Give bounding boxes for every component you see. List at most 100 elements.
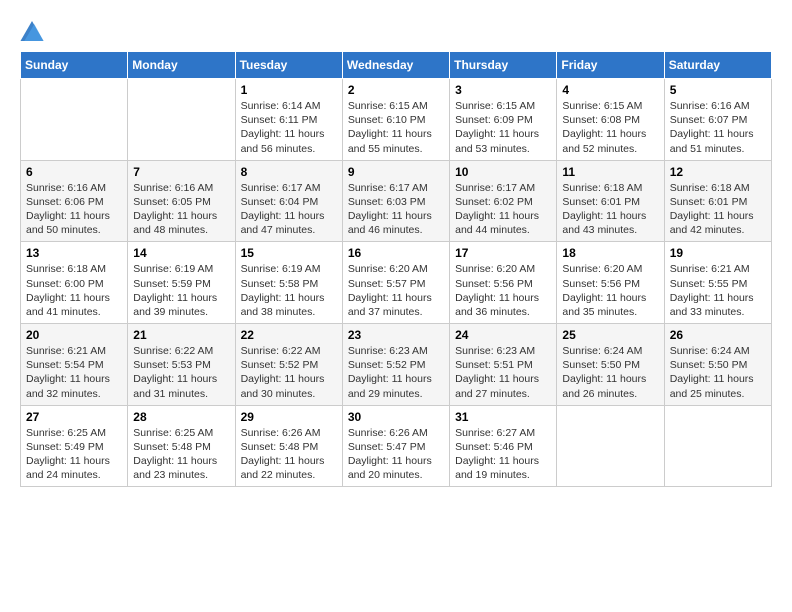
calendar-week-1: 1 Sunrise: 6:14 AMSunset: 6:11 PMDaylight… [21, 79, 772, 161]
col-header-monday: Monday [128, 52, 235, 79]
calendar-cell: 19 Sunrise: 6:21 AMSunset: 5:55 PMDayligh… [664, 242, 771, 324]
day-info: Sunrise: 6:14 AMSunset: 6:11 PMDaylight:… [241, 99, 337, 156]
calendar-cell: 20 Sunrise: 6:21 AMSunset: 5:54 PMDayligh… [21, 324, 128, 406]
day-number: 4 [562, 83, 658, 97]
calendar-cell: 8Sunrise: 6:17 AMSunset: 6:04 PMDaylight… [235, 160, 342, 242]
day-info: Sunrise: 6:16 AMSunset: 6:05 PMDaylight:… [133, 181, 229, 238]
day-info: Sunrise: 6:21 AMSunset: 5:54 PMDaylight:… [26, 344, 122, 401]
day-number: 26 [670, 328, 766, 342]
day-info: Sunrise: 6:23 AMSunset: 5:52 PMDaylight:… [348, 344, 444, 401]
calendar-cell: 3Sunrise: 6:15 AMSunset: 6:09 PMDaylight… [450, 79, 557, 161]
col-header-saturday: Saturday [664, 52, 771, 79]
day-number: 10 [455, 165, 551, 179]
day-number: 16 [348, 246, 444, 260]
day-info: Sunrise: 6:20 AMSunset: 5:56 PMDaylight:… [562, 262, 658, 319]
calendar-cell: 25 Sunrise: 6:24 AMSunset: 5:50 PMDayligh… [557, 324, 664, 406]
calendar-cell: 17 Sunrise: 6:20 AMSunset: 5:56 PMDayligh… [450, 242, 557, 324]
calendar-cell: 13 Sunrise: 6:18 AMSunset: 6:00 PMDayligh… [21, 242, 128, 324]
day-info: Sunrise: 6:17 AMSunset: 6:02 PMDaylight:… [455, 181, 551, 238]
day-info: Sunrise: 6:22 AMSunset: 5:52 PMDaylight:… [241, 344, 337, 401]
day-number: 11 [562, 165, 658, 179]
calendar-cell: 26 Sunrise: 6:24 AMSunset: 5:50 PMDayligh… [664, 324, 771, 406]
day-number: 20 [26, 328, 122, 342]
day-number: 6 [26, 165, 122, 179]
calendar-cell: 28 Sunrise: 6:25 AMSunset: 5:48 PMDayligh… [128, 405, 235, 487]
day-number: 27 [26, 410, 122, 424]
day-info: Sunrise: 6:25 AMSunset: 5:49 PMDaylight:… [26, 426, 122, 483]
calendar-cell: 30 Sunrise: 6:26 AMSunset: 5:47 PMDayligh… [342, 405, 449, 487]
day-info: Sunrise: 6:26 AMSunset: 5:47 PMDaylight:… [348, 426, 444, 483]
col-header-thursday: Thursday [450, 52, 557, 79]
calendar-cell [664, 405, 771, 487]
day-number: 7 [133, 165, 229, 179]
day-info: Sunrise: 6:19 AMSunset: 5:58 PMDaylight:… [241, 262, 337, 319]
calendar-cell: 14Sunrise: 6:19 AMSunset: 5:59 PMDayligh… [128, 242, 235, 324]
day-info: Sunrise: 6:18 AMSunset: 6:01 PMDaylight:… [670, 181, 766, 238]
calendar-week-3: 13 Sunrise: 6:18 AMSunset: 6:00 PMDayligh… [21, 242, 772, 324]
calendar-header-row: SundayMondayTuesdayWednesdayThursdayFrid… [21, 52, 772, 79]
day-number: 23 [348, 328, 444, 342]
calendar-cell: 9 Sunrise: 6:17 AMSunset: 6:03 PMDaylight… [342, 160, 449, 242]
calendar-cell: 21Sunrise: 6:22 AMSunset: 5:53 PMDayligh… [128, 324, 235, 406]
calendar-cell: 5 Sunrise: 6:16 AMSunset: 6:07 PMDaylight… [664, 79, 771, 161]
day-number: 17 [455, 246, 551, 260]
day-number: 8 [241, 165, 337, 179]
day-info: Sunrise: 6:15 AMSunset: 6:09 PMDaylight:… [455, 99, 551, 156]
day-info: Sunrise: 6:25 AMSunset: 5:48 PMDaylight:… [133, 426, 229, 483]
day-info: Sunrise: 6:19 AMSunset: 5:59 PMDaylight:… [133, 262, 229, 319]
calendar-cell: 29 Sunrise: 6:26 AMSunset: 5:48 PMDayligh… [235, 405, 342, 487]
day-number: 31 [455, 410, 551, 424]
day-number: 19 [670, 246, 766, 260]
day-number: 1 [241, 83, 337, 97]
calendar-cell: 15 Sunrise: 6:19 AMSunset: 5:58 PMDayligh… [235, 242, 342, 324]
day-number: 9 [348, 165, 444, 179]
day-number: 25 [562, 328, 658, 342]
calendar-cell: 31 Sunrise: 6:27 AMSunset: 5:46 PMDayligh… [450, 405, 557, 487]
calendar-week-5: 27 Sunrise: 6:25 AMSunset: 5:49 PMDayligh… [21, 405, 772, 487]
calendar-cell [557, 405, 664, 487]
day-info: Sunrise: 6:27 AMSunset: 5:46 PMDaylight:… [455, 426, 551, 483]
day-info: Sunrise: 6:23 AMSunset: 5:51 PMDaylight:… [455, 344, 551, 401]
day-info: Sunrise: 6:18 AMSunset: 6:00 PMDaylight:… [26, 262, 122, 319]
calendar-cell: 23 Sunrise: 6:23 AMSunset: 5:52 PMDayligh… [342, 324, 449, 406]
col-header-tuesday: Tuesday [235, 52, 342, 79]
day-number: 22 [241, 328, 337, 342]
day-info: Sunrise: 6:15 AMSunset: 6:10 PMDaylight:… [348, 99, 444, 156]
calendar-cell: 18 Sunrise: 6:20 AMSunset: 5:56 PMDayligh… [557, 242, 664, 324]
calendar-cell: 27 Sunrise: 6:25 AMSunset: 5:49 PMDayligh… [21, 405, 128, 487]
day-number: 24 [455, 328, 551, 342]
calendar-cell [128, 79, 235, 161]
day-info: Sunrise: 6:24 AMSunset: 5:50 PMDaylight:… [562, 344, 658, 401]
calendar-cell: 22 Sunrise: 6:22 AMSunset: 5:52 PMDayligh… [235, 324, 342, 406]
calendar-cell: 4 Sunrise: 6:15 AMSunset: 6:08 PMDaylight… [557, 79, 664, 161]
calendar-cell: 12Sunrise: 6:18 AMSunset: 6:01 PMDayligh… [664, 160, 771, 242]
day-info: Sunrise: 6:20 AMSunset: 5:56 PMDaylight:… [455, 262, 551, 319]
calendar-cell: 6 Sunrise: 6:16 AMSunset: 6:06 PMDaylight… [21, 160, 128, 242]
day-number: 30 [348, 410, 444, 424]
day-info: Sunrise: 6:17 AMSunset: 6:03 PMDaylight:… [348, 181, 444, 238]
calendar-cell: 24 Sunrise: 6:23 AMSunset: 5:51 PMDayligh… [450, 324, 557, 406]
calendar-week-4: 20 Sunrise: 6:21 AMSunset: 5:54 PMDayligh… [21, 324, 772, 406]
day-number: 18 [562, 246, 658, 260]
col-header-sunday: Sunday [21, 52, 128, 79]
calendar-cell: 7 Sunrise: 6:16 AMSunset: 6:05 PMDaylight… [128, 160, 235, 242]
logo [20, 20, 48, 41]
day-info: Sunrise: 6:24 AMSunset: 5:50 PMDaylight:… [670, 344, 766, 401]
day-number: 15 [241, 246, 337, 260]
day-info: Sunrise: 6:16 AMSunset: 6:06 PMDaylight:… [26, 181, 122, 238]
header [20, 20, 772, 41]
day-number: 13 [26, 246, 122, 260]
logo-icon [20, 21, 44, 41]
day-number: 28 [133, 410, 229, 424]
col-header-friday: Friday [557, 52, 664, 79]
day-info: Sunrise: 6:16 AMSunset: 6:07 PMDaylight:… [670, 99, 766, 156]
calendar-cell: 2Sunrise: 6:15 AMSunset: 6:10 PMDaylight… [342, 79, 449, 161]
calendar-cell [21, 79, 128, 161]
day-number: 29 [241, 410, 337, 424]
day-number: 5 [670, 83, 766, 97]
col-header-wednesday: Wednesday [342, 52, 449, 79]
day-info: Sunrise: 6:15 AMSunset: 6:08 PMDaylight:… [562, 99, 658, 156]
calendar-cell: 16Sunrise: 6:20 AMSunset: 5:57 PMDayligh… [342, 242, 449, 324]
day-info: Sunrise: 6:26 AMSunset: 5:48 PMDaylight:… [241, 426, 337, 483]
day-info: Sunrise: 6:21 AMSunset: 5:55 PMDaylight:… [670, 262, 766, 319]
